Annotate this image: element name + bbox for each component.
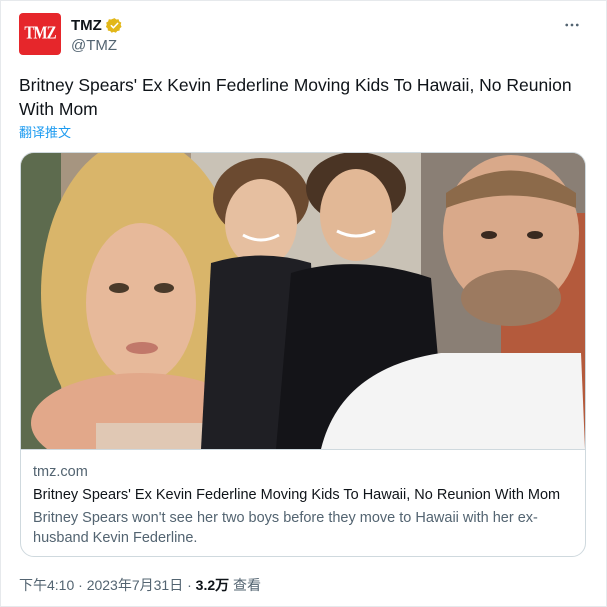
tweet-text: Britney Spears' Ex Kevin Federline Movin… bbox=[19, 75, 572, 119]
author-names: TMZ @TMZ bbox=[71, 15, 123, 54]
tweet-meta: 下午4:10 · 2023年7月31日 · 3.2万 查看 bbox=[19, 575, 261, 595]
card-domain: tmz.com bbox=[33, 464, 88, 480]
views-label: 查看 bbox=[233, 577, 262, 593]
views-count[interactable]: 3.2万 bbox=[196, 577, 229, 593]
card-body[interactable]: tmz.com Britney Spears' Ex Kevin Federli… bbox=[21, 449, 585, 556]
card-description: Britney Spears won't see her two boys be… bbox=[33, 510, 538, 546]
card-image[interactable] bbox=[21, 153, 585, 449]
meta-separator: · bbox=[187, 577, 192, 593]
tweet-time[interactable]: 下午4:10 bbox=[19, 577, 74, 593]
meta-separator: · bbox=[78, 577, 83, 593]
translate-link[interactable]: 翻译推文 bbox=[19, 122, 71, 141]
author-handle[interactable]: @TMZ bbox=[71, 37, 123, 54]
link-card[interactable]: tmz.com Britney Spears' Ex Kevin Federli… bbox=[20, 152, 586, 557]
tweet-date[interactable]: 2023年7月31日 bbox=[87, 577, 184, 593]
card-title: Britney Spears' Ex Kevin Federline Movin… bbox=[33, 487, 561, 503]
display-name-row: TMZ bbox=[71, 15, 123, 35]
tweet-header: TMZ TMZ @TMZ bbox=[19, 13, 588, 57]
avatar-logo-text: TMZ bbox=[24, 23, 56, 43]
tweet-container: TMZ TMZ @TMZ Britney Spears' Ex Kevin Fe… bbox=[0, 0, 607, 607]
verified-badge-icon bbox=[105, 17, 123, 34]
display-name[interactable]: TMZ bbox=[71, 17, 102, 34]
more-horizontal-icon[interactable] bbox=[560, 13, 584, 37]
avatar[interactable]: TMZ bbox=[19, 13, 61, 55]
